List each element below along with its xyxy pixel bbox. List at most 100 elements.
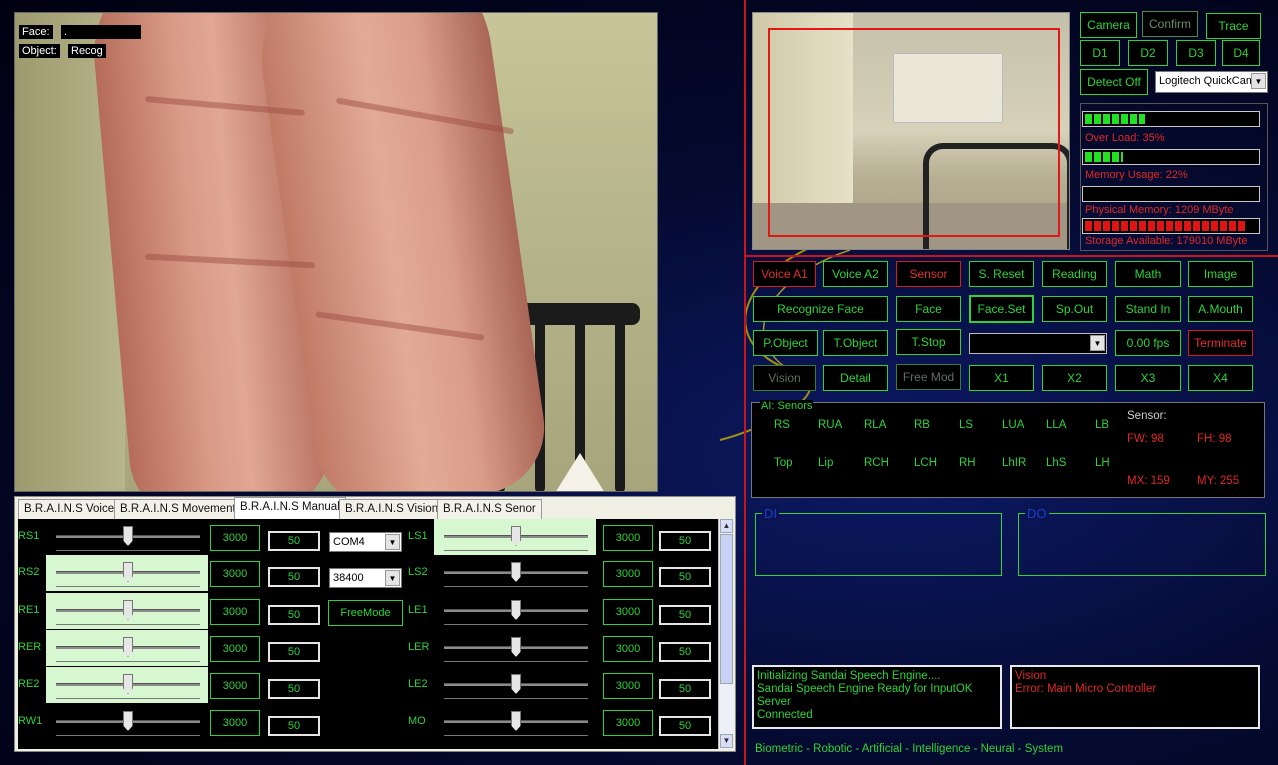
servo-slider[interactable] [56,710,200,736]
servo-slider[interactable] [56,673,200,699]
confirm-button[interactable]: Confirm [1142,11,1198,37]
slider-thumb[interactable] [511,674,521,694]
slider-thumb[interactable] [123,637,133,657]
servo-step-input[interactable]: 50 [659,679,711,699]
vision-button[interactable]: Vision [753,365,816,391]
servo-step-input[interactable]: 50 [268,716,320,736]
sp-out-button[interactable]: Sp.Out [1042,296,1107,322]
servo-step-input[interactable]: 50 [268,531,320,551]
image-button[interactable]: Image [1188,261,1253,287]
stand-in-button[interactable]: Stand In [1115,296,1181,322]
servo-slider[interactable] [56,599,200,625]
vertical-scrollbar[interactable]: ▲ ▼ [718,519,733,749]
t-object-button[interactable]: T.Object [823,330,888,356]
slider-thumb[interactable] [123,526,133,546]
tab-manual[interactable]: B.R.A.I.N.S Manual [234,497,346,520]
servo-value[interactable]: 3000 [603,599,653,625]
servo-step-input[interactable]: 50 [268,567,320,587]
slider-thumb[interactable] [511,711,521,731]
camera-device-select[interactable]: Logitech QuickCam ▼ [1155,71,1268,93]
detail-button[interactable]: Detail [823,365,888,391]
trace-button[interactable]: Trace [1206,13,1261,39]
camera-button[interactable]: Camera [1080,12,1137,38]
slider-thumb[interactable] [511,600,521,620]
servo-slider[interactable] [444,561,588,587]
servo-step-input[interactable]: 50 [268,679,320,699]
x3-button[interactable]: X3 [1115,365,1181,391]
tab-vision[interactable]: B.R.A.I.N.S Vision [339,499,445,519]
freemode-button[interactable]: FreeMode [328,600,403,626]
servo-value[interactable]: 3000 [603,673,653,699]
servo-step-input[interactable]: 50 [268,605,320,625]
servo-step-input[interactable]: 50 [659,716,711,736]
vertical-divider [744,0,746,765]
scroll-down-icon[interactable]: ▼ [720,734,733,748]
slider-thumb[interactable] [123,711,133,731]
tab-senor[interactable]: B.R.A.I.N.S Senor [437,499,542,519]
x2-button[interactable]: X2 [1042,365,1107,391]
x1-button[interactable]: X1 [969,365,1034,391]
servo-slider[interactable] [444,673,588,699]
slider-thumb[interactable] [511,526,521,546]
face-button[interactable]: Face [896,296,961,322]
d4-button[interactable]: D4 [1222,40,1260,66]
face-set-button[interactable]: Face.Set [969,295,1034,323]
a-mouth-button[interactable]: A.Mouth [1188,296,1253,322]
servo-step-input[interactable]: 50 [659,642,711,662]
d3-button[interactable]: D3 [1176,40,1216,66]
servo-slider[interactable] [444,599,588,625]
scroll-up-icon[interactable]: ▲ [720,519,733,533]
servo-value[interactable]: 3000 [603,636,653,662]
servo-value[interactable]: 3000 [603,561,653,587]
servo-value[interactable]: 3000 [210,636,260,662]
servo-value[interactable]: 3000 [210,525,260,551]
port-select[interactable]: COM4 ▼ [329,532,402,552]
servo-slider[interactable] [444,525,588,551]
sensor-button[interactable]: Sensor [896,261,961,287]
servo-value[interactable]: 3000 [210,710,260,736]
reading-button[interactable]: Reading [1042,261,1107,287]
d2-button[interactable]: D2 [1128,40,1168,66]
servo-value[interactable]: 3000 [603,525,653,551]
servo-value[interactable]: 3000 [603,710,653,736]
math-button[interactable]: Math [1115,261,1181,287]
recognize-face-button[interactable]: Recognize Face [753,296,888,322]
free-mod-button[interactable]: Free Mod [896,364,961,390]
detect-button[interactable]: Detect Off [1080,69,1148,95]
servo-step-input[interactable]: 50 [268,642,320,662]
s-reset-button[interactable]: S. Reset [969,261,1034,287]
chevron-down-icon[interactable]: ▼ [385,534,400,550]
slider-thumb[interactable] [123,562,133,582]
voice-a2-button[interactable]: Voice A2 [823,261,888,287]
x4-button[interactable]: X4 [1188,365,1253,391]
servo-slider[interactable] [56,525,200,551]
tab-movement[interactable]: B.R.A.I.N.S Movement [114,499,242,519]
chevron-down-icon[interactable]: ▼ [1251,73,1266,89]
slider-thumb[interactable] [511,637,521,657]
chevron-down-icon[interactable]: ▼ [1090,335,1105,351]
mode-select[interactable]: ▼ [969,333,1107,354]
tab-voice[interactable]: B.R.A.I.N.S Voice [18,499,121,519]
servo-step-input[interactable]: 50 [659,567,711,587]
servo-value[interactable]: 3000 [210,561,260,587]
slider-thumb[interactable] [123,674,133,694]
voice-a1-button[interactable]: Voice A1 [753,261,816,287]
servo-slider[interactable] [444,636,588,662]
chevron-down-icon[interactable]: ▼ [385,570,400,586]
d1-button[interactable]: D1 [1080,40,1120,66]
slider-thumb[interactable] [511,562,521,582]
slider-thumb[interactable] [123,600,133,620]
servo-slider[interactable] [56,636,200,662]
sensors-title: AI: Senors [760,400,814,412]
servo-value[interactable]: 3000 [210,599,260,625]
servo-slider[interactable] [56,561,200,587]
t-stop-button[interactable]: T.Stop [896,329,961,355]
servo-step-input[interactable]: 50 [659,531,711,551]
servo-value[interactable]: 3000 [210,673,260,699]
baud-select[interactable]: 38400 ▼ [329,568,402,588]
p-object-button[interactable]: P.Object [753,330,818,356]
scroll-thumb[interactable] [720,534,733,684]
servo-step-input[interactable]: 50 [659,605,711,625]
terminate-button[interactable]: Terminate [1188,330,1253,356]
servo-slider[interactable] [444,710,588,736]
